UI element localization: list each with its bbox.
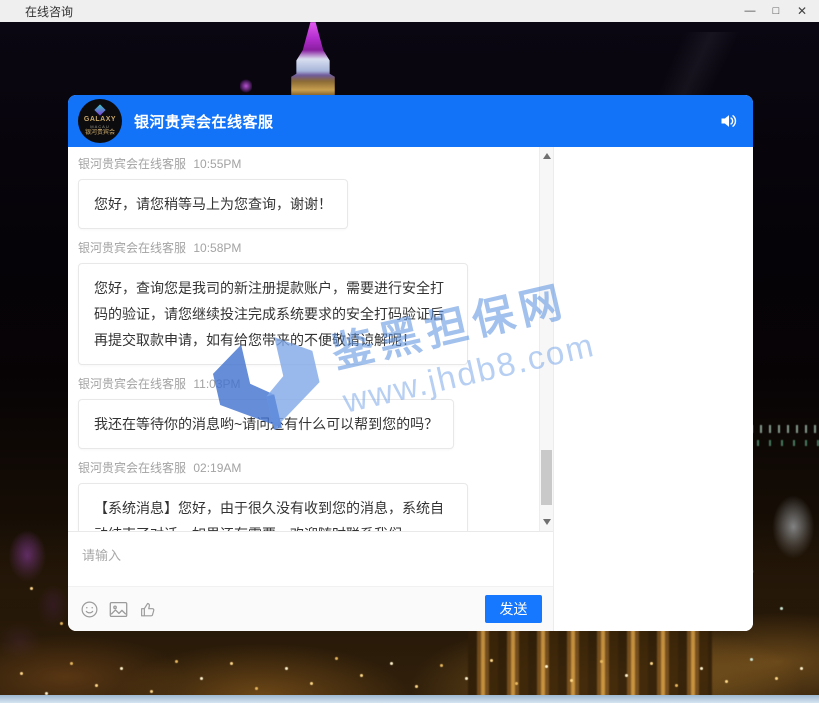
message-time: 10:55PM (193, 157, 241, 171)
scroll-down-arrow[interactable] (540, 515, 553, 529)
message-time: 11:03PM (193, 377, 240, 391)
message-bubble: 【系统消息】您好，由于很久没有收到您的消息，系统自动结束了对话。如果还有需要，欢… (78, 483, 468, 531)
chat-header-title: 银河贵宾会在线客服 (134, 111, 274, 132)
message-bubble: 您好，请您稍等马上为您查询，谢谢！ (78, 179, 348, 229)
thumbs-up-icon[interactable] (138, 600, 157, 619)
background-purple-light (240, 79, 252, 93)
screen: 在线咨询 — □ ✕ GALAXY MACAU 银河贵宾会 银河贵宾会在线客 (0, 0, 819, 703)
background-bridge-lights (742, 425, 819, 433)
speaker-on-icon (719, 111, 739, 131)
window-title: 在线咨询 (25, 3, 73, 20)
message-input[interactable] (68, 532, 553, 586)
message-meta: 银河贵宾会在线客服 11:03PM (78, 375, 531, 392)
background-tower (281, 22, 345, 96)
message-group: 银河贵宾会在线客服 10:55PM 您好，请您稍等马上为您查询，谢谢！ (78, 155, 531, 229)
message-time: 02:19AM (193, 461, 241, 475)
triangle-up-icon (543, 153, 551, 159)
composer-toolbar: 发送 (68, 586, 553, 631)
chat-body: 银河贵宾会在线客服 10:55PM 您好，请您稍等马上为您查询，谢谢！ 银河贵宾… (68, 147, 753, 631)
message-bubble: 您好，查询您是我司的新注册提款账户，需要进行安全打码的验证，请您继续投注完成系统… (78, 263, 468, 365)
window-titlebar: 在线咨询 — □ ✕ (0, 0, 819, 22)
composer (68, 532, 553, 586)
message-meta: 银河贵宾会在线客服 02:19AM (78, 459, 531, 476)
logo-diamond-icon (94, 104, 105, 115)
message-group: 银河贵宾会在线客服 10:58PM 您好，查询您是我司的新注册提款账户，需要进行… (78, 239, 531, 365)
message-sender: 银河贵宾会在线客服 (78, 157, 186, 171)
image-upload-icon[interactable] (108, 600, 129, 619)
close-button[interactable]: ✕ (789, 0, 815, 22)
scrollbar-thumb[interactable] (541, 450, 552, 505)
message-sender: 银河贵宾会在线客服 (78, 461, 186, 475)
logo-text-galaxy: GALAXY (84, 116, 116, 124)
message-time: 10:58PM (193, 241, 241, 255)
triangle-down-icon (543, 519, 551, 525)
message-list: 银河贵宾会在线客服 10:55PM 您好，请您稍等马上为您查询，谢谢！ 银河贵宾… (68, 147, 539, 531)
emoji-icon[interactable] (80, 600, 99, 619)
message-scrollbar[interactable] (539, 147, 553, 531)
chat-left-column: 银河贵宾会在线客服 10:55PM 您好，请您稍等马上为您查询，谢谢！ 银河贵宾… (68, 147, 553, 631)
window-controls: — □ ✕ (737, 0, 819, 22)
message-group: 银河贵宾会在线客服 11:03PM 我还在等待你的消息哟~请问还有什么可以帮到您… (78, 375, 531, 449)
logo-text-cn: 银河贵宾会 (85, 129, 115, 137)
scroll-up-arrow[interactable] (540, 149, 553, 163)
maximize-button[interactable]: □ (763, 0, 789, 22)
message-sender: 银河贵宾会在线客服 (78, 377, 186, 391)
message-bubble: 我还在等待你的消息哟~请问还有什么可以帮到您的吗？ (78, 399, 454, 449)
send-button[interactable]: 发送 (485, 595, 542, 623)
message-group: 银河贵宾会在线客服 02:19AM 【系统消息】您好，由于很久没有收到您的消息，… (78, 459, 531, 531)
background-bridge-lights-2 (745, 440, 819, 446)
background-scattered-lights (0, 22, 3, 25)
message-meta: 银河贵宾会在线客服 10:55PM (78, 155, 531, 172)
message-area: 银河贵宾会在线客服 10:55PM 您好，请您稍等马上为您查询，谢谢！ 银河贵宾… (68, 147, 553, 532)
minimize-button[interactable]: — (737, 0, 763, 22)
chat-right-panel (553, 147, 753, 631)
message-meta: 银河贵宾会在线客服 10:58PM (78, 239, 531, 256)
message-sender: 银河贵宾会在线客服 (78, 241, 186, 255)
galaxy-logo: GALAXY MACAU 银河贵宾会 (78, 99, 122, 143)
chat-header: GALAXY MACAU 银河贵宾会 银河贵宾会在线客服 (68, 95, 753, 147)
chat-window: GALAXY MACAU 银河贵宾会 银河贵宾会在线客服 (68, 95, 753, 631)
sound-toggle[interactable] (719, 111, 739, 131)
background-water-strip (0, 695, 819, 703)
